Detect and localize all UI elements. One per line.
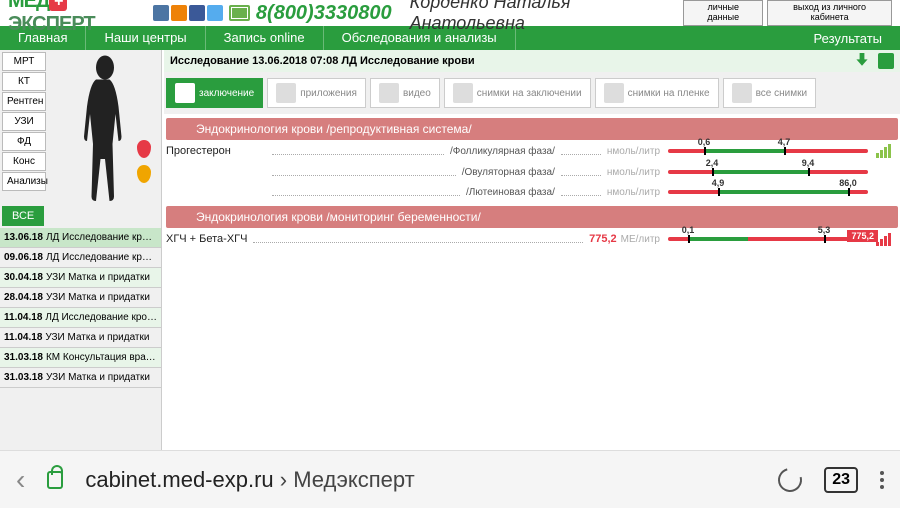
tab-icon xyxy=(379,83,399,103)
cat-МРТ[interactable]: МРТ xyxy=(2,52,46,71)
main-content: Исследование 13.06.2018 07:08 ЛД Исследо… xyxy=(162,50,900,450)
menu-icon[interactable] xyxy=(880,471,884,489)
history-item[interactable]: 28.04.18УЗИ Матка и придатки xyxy=(0,288,161,308)
tab-icon xyxy=(604,83,624,103)
cat-КТ[interactable]: КТ xyxy=(2,72,46,91)
profile-button[interactable]: личные данные xyxy=(683,0,763,26)
cat-Анализы[interactable]: Анализы xyxy=(2,172,46,191)
tab-icon xyxy=(276,83,296,103)
result-row: /Овуляторная фаза/нмоль/литр2,49,4 xyxy=(164,162,900,182)
cat-Конс[interactable]: Конс xyxy=(2,152,46,171)
download-icon[interactable] xyxy=(854,53,870,69)
history-item[interactable]: 13.06.18ЛД Исследование крови xyxy=(0,228,161,248)
social-icons xyxy=(153,5,223,21)
body-figure xyxy=(48,50,161,204)
range-bar: 2,49,4 xyxy=(668,166,868,178)
history-item[interactable]: 11.04.18ЛД Исследование крови xyxy=(0,308,161,328)
result-row: Прогестерон/Фолликулярная фаза/нмоль/лит… xyxy=(164,140,900,162)
history-item[interactable]: 31.03.18КМ Консультация врача-г... xyxy=(0,348,161,368)
study-title: Исследование 13.06.2018 07:08 ЛД Исследо… xyxy=(170,50,475,72)
url-display[interactable]: cabinet.med-exp.ru › Медэксперт xyxy=(85,467,414,493)
nav-home[interactable]: Главная xyxy=(0,26,86,50)
app-header: МЕД+ЭКСПЕРТ 8(800)3330800 Корденко Натал… xyxy=(0,0,900,26)
nav-tests[interactable]: Обследования и анализы xyxy=(324,26,516,50)
browser-bar: ‹ cabinet.med-exp.ru › Медэксперт 23 xyxy=(0,450,900,508)
lock-icon xyxy=(47,471,63,489)
ok-icon[interactable] xyxy=(171,5,187,21)
main-nav: Главная Наши центры Запись online Обслед… xyxy=(0,26,900,50)
tab-icon xyxy=(453,83,473,103)
back-icon[interactable]: ‹ xyxy=(16,464,25,496)
nav-results[interactable]: Результаты xyxy=(796,31,900,46)
tab-все снимки[interactable]: все снимки xyxy=(723,78,816,108)
nav-centers[interactable]: Наши центры xyxy=(86,26,205,50)
range-bar: 4,986,0 xyxy=(668,186,868,198)
study-title-row: Исследование 13.06.2018 07:08 ЛД Исследо… xyxy=(164,50,900,72)
tabs-count[interactable]: 23 xyxy=(824,467,858,493)
range-bar: 0,64,7 xyxy=(668,145,868,157)
trend-icon[interactable] xyxy=(876,232,898,246)
cat-УЗИ[interactable]: УЗИ xyxy=(2,112,46,131)
phone-number: 8(800)3330800 xyxy=(256,2,392,25)
all-button[interactable]: ВСЕ xyxy=(2,206,44,226)
urine-drop-icon[interactable] xyxy=(137,165,151,183)
blood-drop-icon[interactable] xyxy=(137,140,151,158)
tab-icon xyxy=(732,83,752,103)
section-header-2: Эндокринология крови /мониторинг беремен… xyxy=(166,206,898,228)
history-item[interactable]: 31.03.18УЗИ Матка и придатки xyxy=(0,368,161,388)
history-item[interactable]: 09.06.18ЛД Исследование крови xyxy=(0,248,161,268)
tab-снимки на заключении[interactable]: снимки на заключении xyxy=(444,78,591,108)
nav-booking[interactable]: Запись online xyxy=(206,26,324,50)
tab-заключение[interactable]: заключение xyxy=(166,78,263,108)
tab-снимки на пленке[interactable]: снимки на пленке xyxy=(595,78,719,108)
mail-icon[interactable] xyxy=(229,5,250,21)
vk-icon[interactable] xyxy=(153,5,169,21)
sidebar: МРТКТРентгенУЗИФДКонсАнализы ВСЕ 13.06.1… xyxy=(0,50,162,450)
range-bar: 0,1 5,3 775,2 xyxy=(668,233,868,245)
print-icon[interactable] xyxy=(878,53,894,69)
logout-button[interactable]: выход из личного кабинета xyxy=(767,0,892,26)
fb-icon[interactable] xyxy=(189,5,205,21)
plus-icon: + xyxy=(49,0,67,11)
history-item[interactable]: 30.04.18УЗИ Матка и придатки xyxy=(0,268,161,288)
result-row-hcg: ХГЧ + Бета-ХГЧ 775,2 МЕ/литр 0,1 5,3 775… xyxy=(164,228,900,250)
tab-видео[interactable]: видео xyxy=(370,78,440,108)
cat-Рентген[interactable]: Рентген xyxy=(2,92,46,111)
reload-icon[interactable] xyxy=(774,463,807,496)
cat-ФД[interactable]: ФД xyxy=(2,132,46,151)
trend-icon[interactable] xyxy=(876,144,898,158)
tab-icon xyxy=(175,83,195,103)
result-row: /Лютеиновая фаза/нмоль/литр4,986,0 xyxy=(164,182,900,202)
history-item[interactable]: 11.04.18УЗИ Матка и придатки xyxy=(0,328,161,348)
tw-icon[interactable] xyxy=(207,5,223,21)
tab-приложения[interactable]: приложения xyxy=(267,78,366,108)
